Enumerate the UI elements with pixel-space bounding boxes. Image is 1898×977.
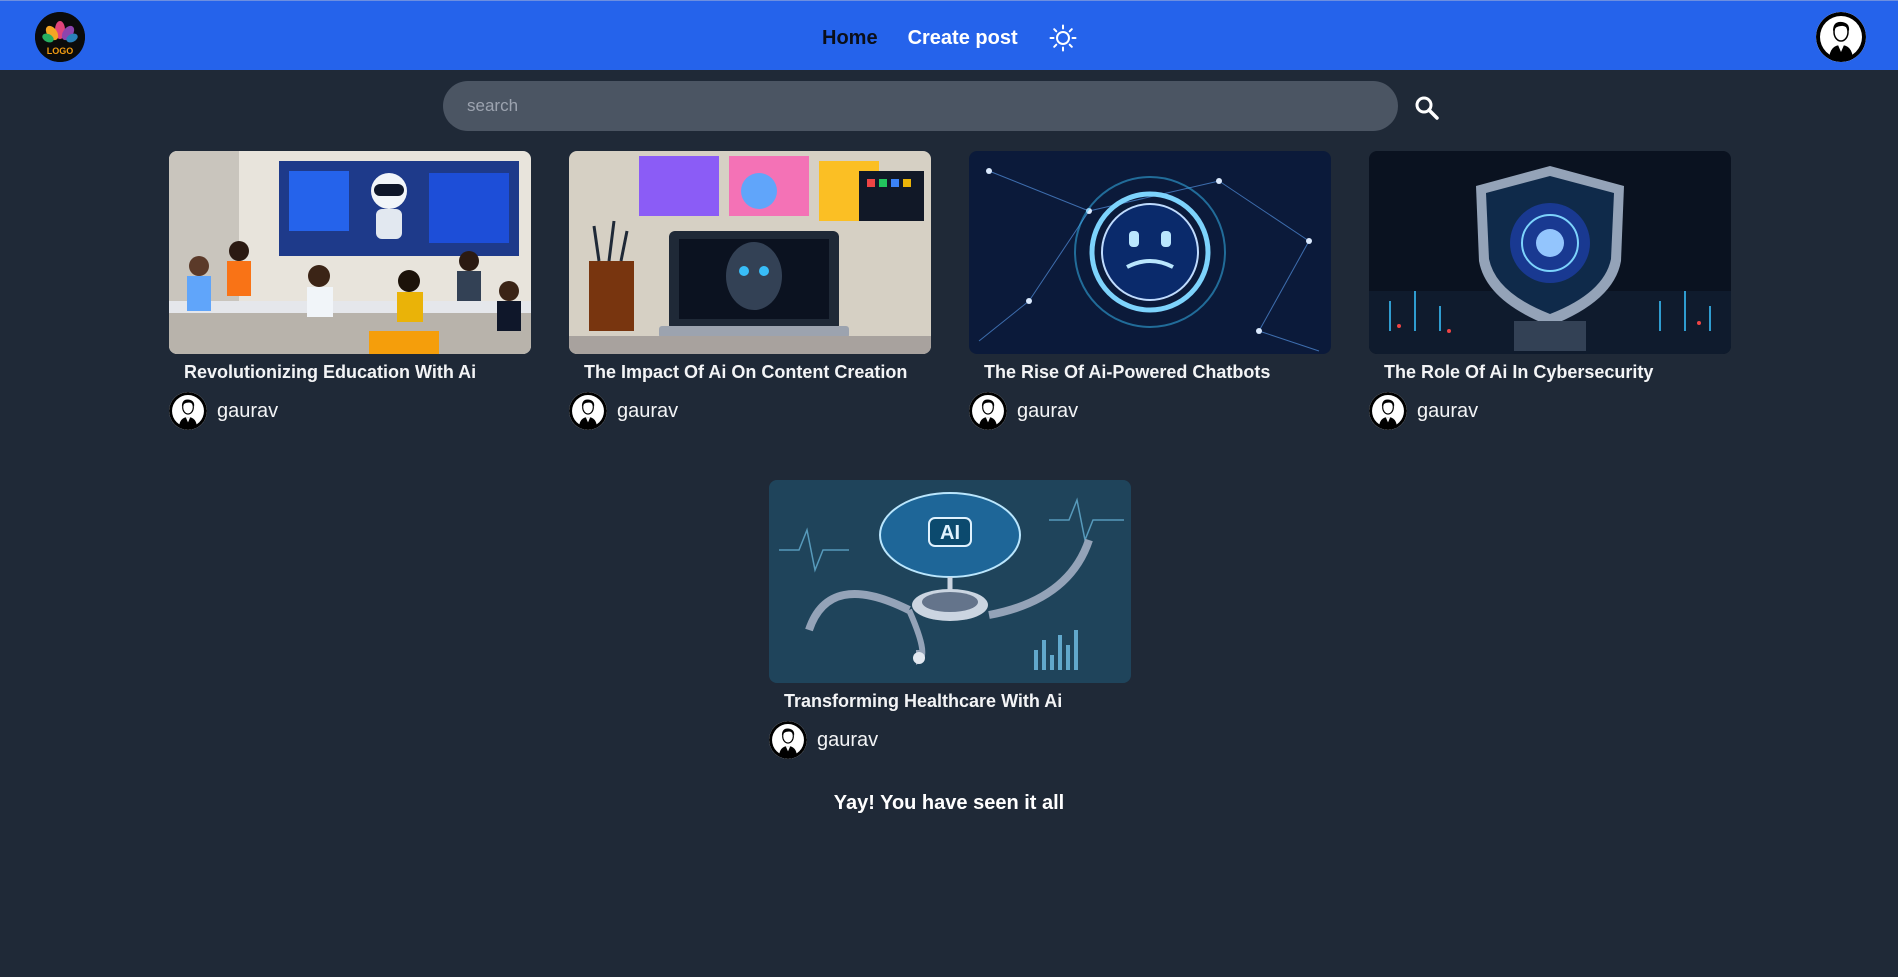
search-bar	[443, 81, 1398, 131]
healthcare-image-ai-label: AI	[940, 522, 960, 544]
post-title[interactable]: Revolutionizing Education With Ai	[184, 362, 531, 383]
post-image-classroom[interactable]	[169, 151, 531, 354]
post-author: gaurav	[569, 392, 931, 430]
logo-wordmark: LOGO	[47, 46, 74, 56]
post-title[interactable]: Transforming Healthcare With Ai	[784, 691, 1131, 712]
user-avatar-icon	[1816, 12, 1866, 62]
author-name: gaurav	[217, 399, 279, 422]
post-card: AI Transforming Healthcare With Ai gaura…	[769, 480, 1131, 759]
nav-links: Home Create post	[822, 23, 1078, 53]
post-image-cybersecurity[interactable]	[1369, 151, 1731, 354]
post-author: gaurav	[1369, 392, 1731, 430]
theme-toggle-button[interactable]	[1048, 23, 1078, 53]
sun-icon	[1049, 24, 1077, 52]
post-author: gaurav	[769, 721, 1131, 759]
author-avatar-icon	[1369, 392, 1407, 430]
author-avatar-icon	[569, 392, 607, 430]
author-avatar-icon	[769, 721, 807, 759]
top-navbar: LOGO Home Create post	[0, 0, 1898, 70]
author-name: gaurav	[1017, 399, 1079, 422]
post-title[interactable]: The Impact Of Ai On Content Creation	[584, 362, 931, 383]
post-title[interactable]: The Role Of Ai In Cybersecurity	[1384, 362, 1731, 383]
nav-create-post-link[interactable]: Create post	[908, 27, 1018, 50]
post-title[interactable]: The Rise Of Ai-Powered Chatbots	[984, 362, 1331, 383]
post-image-healthcare[interactable]: AI	[769, 480, 1131, 683]
search-icon	[1415, 96, 1439, 120]
author-avatar-icon	[169, 392, 207, 430]
post-card: The Impact Of Ai On Content Creation gau…	[569, 151, 931, 430]
author-name: gaurav	[1417, 399, 1479, 422]
author-name: gaurav	[617, 399, 679, 422]
post-author: gaurav	[169, 392, 531, 430]
lotus-logo-icon: LOGO	[35, 12, 85, 62]
search-button[interactable]	[1414, 95, 1440, 121]
site-logo[interactable]: LOGO	[35, 12, 85, 62]
author-name: gaurav	[817, 728, 879, 751]
post-image-chatbots[interactable]	[969, 151, 1331, 354]
post-author: gaurav	[969, 392, 1331, 430]
post-card: Revolutionizing Education With Ai gaurav	[169, 151, 531, 430]
post-card: The Rise Of Ai-Powered Chatbots gaurav	[969, 151, 1331, 430]
search-input[interactable]	[443, 81, 1398, 131]
end-of-feed-message: Yay! You have seen it all	[833, 792, 1065, 814]
post-image-content-creation[interactable]	[569, 151, 931, 354]
post-card: The Role Of Ai In Cybersecurity gaurav	[1369, 151, 1731, 430]
nav-home-link[interactable]: Home	[822, 27, 878, 50]
profile-avatar-button[interactable]	[1816, 12, 1866, 62]
author-avatar-icon	[969, 392, 1007, 430]
